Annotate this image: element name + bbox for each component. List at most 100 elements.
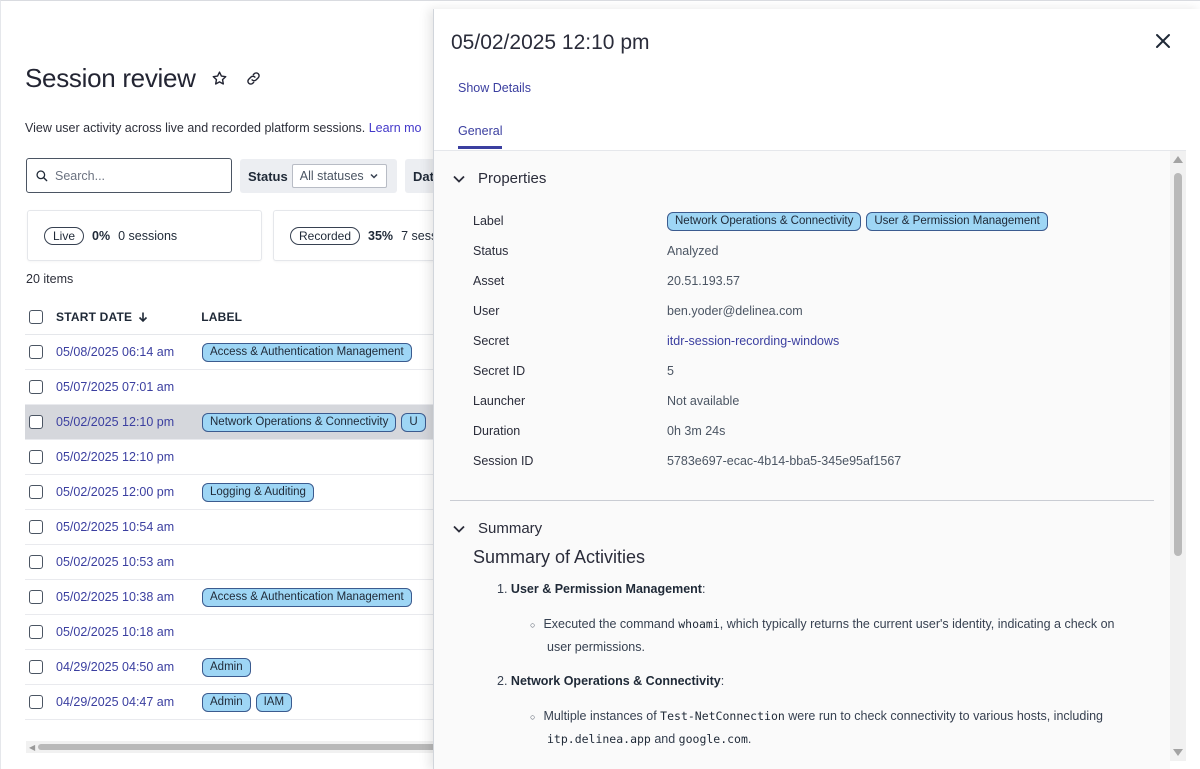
row-checkbox[interactable] xyxy=(29,660,43,674)
link-icon[interactable] xyxy=(244,69,264,89)
properties-heading: Properties xyxy=(478,170,547,187)
table-row[interactable]: 05/02/2025 12:00 pm Logging & Auditing xyxy=(25,475,445,510)
select-all-checkbox[interactable] xyxy=(29,309,43,324)
prop-val-session-id: 5783e697-ecac-4b14-bba5-345e95af1567 xyxy=(667,454,902,468)
row-checkbox[interactable] xyxy=(29,380,43,394)
label-tag: Admin xyxy=(202,657,251,677)
page-subtitle: View user activity across live and recor… xyxy=(25,121,422,135)
row-start-date-link[interactable]: 05/07/2025 07:01 am xyxy=(56,380,174,394)
row-checkbox[interactable] xyxy=(29,345,43,359)
row-labels: Network Operations & Connectivity U xyxy=(202,412,426,432)
status-filter-value: All statuses xyxy=(299,169,364,183)
start-date-header[interactable]: START DATE xyxy=(56,310,149,324)
row-labels: Access & Authentication Management xyxy=(202,587,412,607)
bullet-circle-icon: ○ xyxy=(530,712,536,722)
row-checkbox[interactable] xyxy=(29,695,43,709)
row-start-date-link[interactable]: 05/02/2025 12:00 pm xyxy=(56,485,174,499)
row-start-date-link[interactable]: 05/02/2025 12:10 pm xyxy=(56,450,174,464)
properties-section-toggle[interactable]: Properties xyxy=(452,170,546,187)
prop-row-secret-id: Secret ID 5 xyxy=(473,356,1048,386)
session-review-page: Session review View user activity across… xyxy=(0,0,1200,769)
vertical-scrollbar[interactable] xyxy=(1170,151,1186,761)
label-tag: IAM xyxy=(255,692,293,712)
summary-item-2-number: 2. xyxy=(497,674,508,688)
row-checkbox[interactable] xyxy=(29,520,43,534)
row-checkbox[interactable] xyxy=(29,625,43,639)
status-filter-select[interactable]: All statuses xyxy=(291,164,387,188)
row-start-date-link[interactable]: 05/02/2025 10:18 am xyxy=(56,625,174,639)
secret-link[interactable]: itdr-session-recording-windows xyxy=(667,334,839,348)
row-start-date-link[interactable]: 05/02/2025 10:53 am xyxy=(56,555,174,569)
prop-row-launcher: Launcher Not available xyxy=(473,386,1048,416)
row-labels: Access & Authentication Management xyxy=(202,342,412,362)
summary-heading: Summary xyxy=(478,520,543,537)
row-start-date-link[interactable]: 04/29/2025 04:47 am xyxy=(56,695,174,709)
summary-item-2-heading: Network Operations & Connectivity xyxy=(510,674,721,688)
label-tag: Access & Authentication Management xyxy=(202,342,412,362)
table-row[interactable]: 05/02/2025 10:53 am xyxy=(25,545,445,580)
chevron-down-icon xyxy=(453,525,465,533)
label-tag: U xyxy=(401,412,426,432)
subtitle-text: View user activity across live and recor… xyxy=(25,121,366,135)
star-icon[interactable] xyxy=(210,69,230,89)
row-checkbox[interactable] xyxy=(29,450,43,464)
prop-key-duration: Duration xyxy=(473,424,521,438)
summary-item-1-detail: ○ Executed the command whoami, which typi… xyxy=(530,613,1150,658)
prop-row-duration: Duration 0h 3m 24s xyxy=(473,416,1048,446)
prop-row-status: Status Analyzed xyxy=(473,236,1048,266)
horizontal-scrollbar[interactable]: ◀ xyxy=(26,741,436,753)
learn-more-link[interactable]: Learn mo xyxy=(369,121,422,135)
table-row[interactable]: 04/29/2025 04:47 am Admin IAM xyxy=(25,685,445,720)
drawer-tabs: General xyxy=(434,119,1186,151)
row-checkbox[interactable] xyxy=(29,555,43,569)
prop-val-status: Analyzed xyxy=(667,244,719,258)
show-details-link[interactable]: Show Details xyxy=(458,81,531,95)
summary-item-1-heading: User & Permission Management xyxy=(510,582,702,596)
recorded-count: 7 sess xyxy=(401,228,438,243)
table-row[interactable]: 05/02/2025 10:38 am Access & Authenticati… xyxy=(25,580,445,615)
row-start-date-link[interactable]: 05/02/2025 12:10 pm xyxy=(56,415,174,429)
summary-item-2-title: 2. Network Operations & Connectivity: xyxy=(497,670,724,692)
summary-item-1-title: 1. User & Permission Management: xyxy=(497,578,705,600)
table-row[interactable]: 05/02/2025 12:10 pm xyxy=(25,440,445,475)
row-start-date-link[interactable]: 05/02/2025 10:54 am xyxy=(56,520,174,534)
prop-key-status: Status xyxy=(473,244,509,258)
row-checkbox[interactable] xyxy=(29,485,43,499)
tab-general[interactable]: General xyxy=(458,124,503,149)
row-start-date-link[interactable]: 05/02/2025 10:38 am xyxy=(56,590,174,604)
page-title: Session review xyxy=(25,63,196,93)
table-row[interactable]: 05/02/2025 10:54 am xyxy=(25,510,445,545)
horizontal-scroll-thumb[interactable] xyxy=(38,744,436,750)
close-button[interactable] xyxy=(1153,31,1173,51)
table-row[interactable]: 04/29/2025 04:50 am Admin xyxy=(25,650,445,685)
live-badge: Live xyxy=(44,226,85,245)
row-checkbox[interactable] xyxy=(29,415,43,429)
summary-item-2-code-3: google.com xyxy=(678,732,748,746)
table-row[interactable]: 05/07/2025 07:01 am xyxy=(25,370,445,405)
row-start-date-link[interactable]: 05/08/2025 06:14 am xyxy=(56,345,174,359)
row-start-date-link[interactable]: 04/29/2025 04:50 am xyxy=(56,660,174,674)
scroll-left-icon[interactable]: ◀ xyxy=(29,743,35,752)
row-checkbox[interactable] xyxy=(29,590,43,604)
scroll-up-icon[interactable] xyxy=(1173,156,1183,163)
live-percent: 0% xyxy=(92,228,111,243)
search-input[interactable] xyxy=(55,168,215,183)
properties-list: Label Network Operations & Connectivity … xyxy=(473,206,1048,476)
table-row[interactable]: 05/02/2025 12:10 pm Network Operations & … xyxy=(25,405,445,440)
label-header[interactable]: LABEL xyxy=(201,310,242,324)
vertical-scroll-thumb[interactable] xyxy=(1174,173,1182,556)
recorded-sessions-card[interactable]: Recorded 35% 7 sess xyxy=(273,210,453,261)
label-tag: Logging & Auditing xyxy=(202,482,314,502)
table-row[interactable]: 05/02/2025 10:18 am xyxy=(25,615,445,650)
prop-row-label: Label Network Operations & Connectivity … xyxy=(473,206,1048,236)
summary-item-2-text-d: . xyxy=(747,732,752,746)
prop-key-launcher: Launcher xyxy=(473,394,526,408)
table-row[interactable]: 05/08/2025 06:14 am Access & Authenticati… xyxy=(25,335,445,370)
close-icon xyxy=(1156,34,1170,48)
scroll-down-icon[interactable] xyxy=(1173,749,1183,756)
search-box[interactable] xyxy=(26,158,232,193)
prop-val-launcher: Not available xyxy=(667,394,740,408)
summary-section-toggle[interactable]: Summary xyxy=(452,520,542,537)
prop-key-secret-id: Secret ID xyxy=(473,364,526,378)
live-sessions-card[interactable]: Live 0% 0 sessions xyxy=(27,210,262,261)
